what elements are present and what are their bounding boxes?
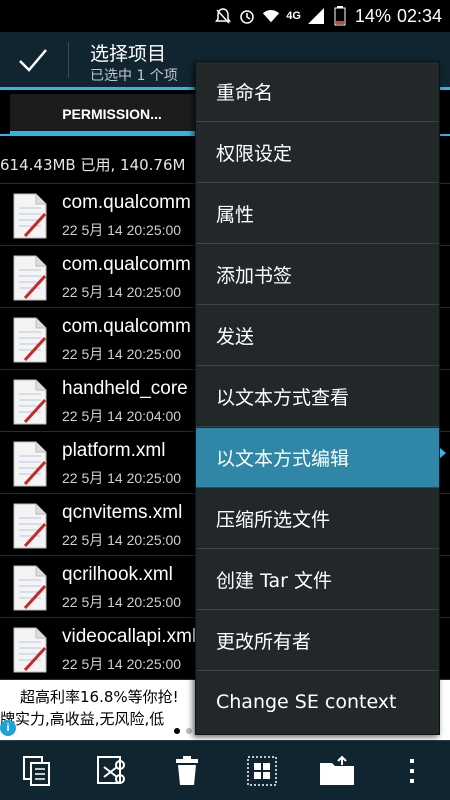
select-all-icon <box>247 756 277 786</box>
file-name: handheld_core <box>62 378 188 399</box>
file-date: 22 5月 14 20:25:00 <box>62 532 182 548</box>
move-folder-icon <box>320 755 354 785</box>
cut-icon <box>97 756 125 784</box>
menu-item-permissions[interactable]: 权限设定 <box>196 123 439 183</box>
file-name: com.qualcomm <box>62 254 191 275</box>
context-menu: 重命名 权限设定 属性 添加书签 发送 以文本方式查看 以文本方式编辑 压缩所选… <box>195 61 440 735</box>
menu-item-edit-as-text[interactable]: 以文本方式编辑 <box>196 428 439 488</box>
file-date: 22 5月 14 20:25:00 <box>62 594 182 610</box>
file-date: 22 5月 14 20:04:00 <box>62 408 182 424</box>
text-file-icon <box>13 627 47 673</box>
battery-percent: 14% <box>354 5 391 26</box>
text-file-icon <box>13 441 47 487</box>
action-bar-divider <box>68 42 69 78</box>
menu-item-change-se-context[interactable]: Change SE context <box>196 672 439 732</box>
checkmark-icon <box>19 49 47 72</box>
copy-button[interactable] <box>17 751 57 791</box>
signal-icon <box>307 7 325 25</box>
file-date: 22 5月 14 20:25:00 <box>62 346 182 362</box>
select-all-button[interactable] <box>242 751 282 791</box>
tab-permission[interactable]: PERMISSION... <box>10 94 214 134</box>
pager-dot <box>174 728 180 734</box>
file-name: videocallapi.xml <box>62 626 197 647</box>
cut-button[interactable] <box>92 751 132 791</box>
selection-count: 已选中 1 个项 <box>90 68 178 84</box>
page-title: 选择项目 <box>90 43 167 65</box>
file-date: 22 5月 14 20:25:00 <box>62 656 182 672</box>
network-type: 4G <box>286 10 301 22</box>
move-button[interactable] <box>317 751 357 791</box>
mute-icon <box>214 7 232 25</box>
file-name: qcrilhook.xml <box>62 564 173 585</box>
delete-icon <box>176 756 198 785</box>
file-date: 22 5月 14 20:25:00 <box>62 284 182 300</box>
done-button[interactable] <box>0 32 66 88</box>
text-file-icon <box>13 503 47 549</box>
status-bar: 4G 14% 02:34 <box>0 0 450 32</box>
file-name: qcnvitems.xml <box>62 502 183 523</box>
delete-button[interactable] <box>167 751 207 791</box>
menu-item-view-as-text[interactable]: 以文本方式查看 <box>196 367 439 427</box>
clock: 02:34 <box>396 5 442 26</box>
ad-headline: 超高利率16.8%等你抢! <box>20 688 179 706</box>
file-name: com.qualcomm <box>62 192 191 213</box>
menu-item-rename[interactable]: 重命名 <box>196 62 439 122</box>
overflow-menu-icon <box>410 759 414 783</box>
file-date: 22 5月 14 20:25:00 <box>62 470 182 486</box>
text-file-icon <box>13 565 47 611</box>
file-date: 22 5月 14 20:25:00 <box>62 222 182 238</box>
wifi-icon <box>262 7 280 25</box>
file-name: platform.xml <box>62 440 166 461</box>
text-file-icon <box>13 193 47 239</box>
text-file-icon <box>13 255 47 301</box>
menu-item-compress[interactable]: 压缩所选文件 <box>196 489 439 549</box>
menu-item-add-bookmark[interactable]: 添加书签 <box>196 245 439 305</box>
text-file-icon <box>13 379 47 425</box>
storage-usage-text: 614.43MB 已用, 140.76M <box>0 156 186 174</box>
text-file-icon <box>13 317 47 363</box>
file-name: com.qualcomm <box>62 316 191 337</box>
submenu-arrow-icon <box>440 448 446 458</box>
bottom-toolbar <box>0 740 450 800</box>
overflow-menu-button[interactable] <box>392 751 432 791</box>
copy-icon <box>23 756 50 786</box>
ad-pager-dots <box>174 728 192 734</box>
menu-item-send[interactable]: 发送 <box>196 306 439 366</box>
menu-item-create-tar[interactable]: 创建 Tar 文件 <box>196 550 439 610</box>
menu-item-change-owner[interactable]: 更改所有者 <box>196 611 439 671</box>
pager-dot <box>186 728 192 734</box>
battery-icon <box>331 6 349 26</box>
alarm-icon <box>238 7 256 25</box>
ad-info-icon[interactable]: i <box>0 720 16 736</box>
menu-item-properties[interactable]: 属性 <box>196 184 439 244</box>
ad-body: 牌实力,高收益,无风险,低 <box>0 710 165 728</box>
